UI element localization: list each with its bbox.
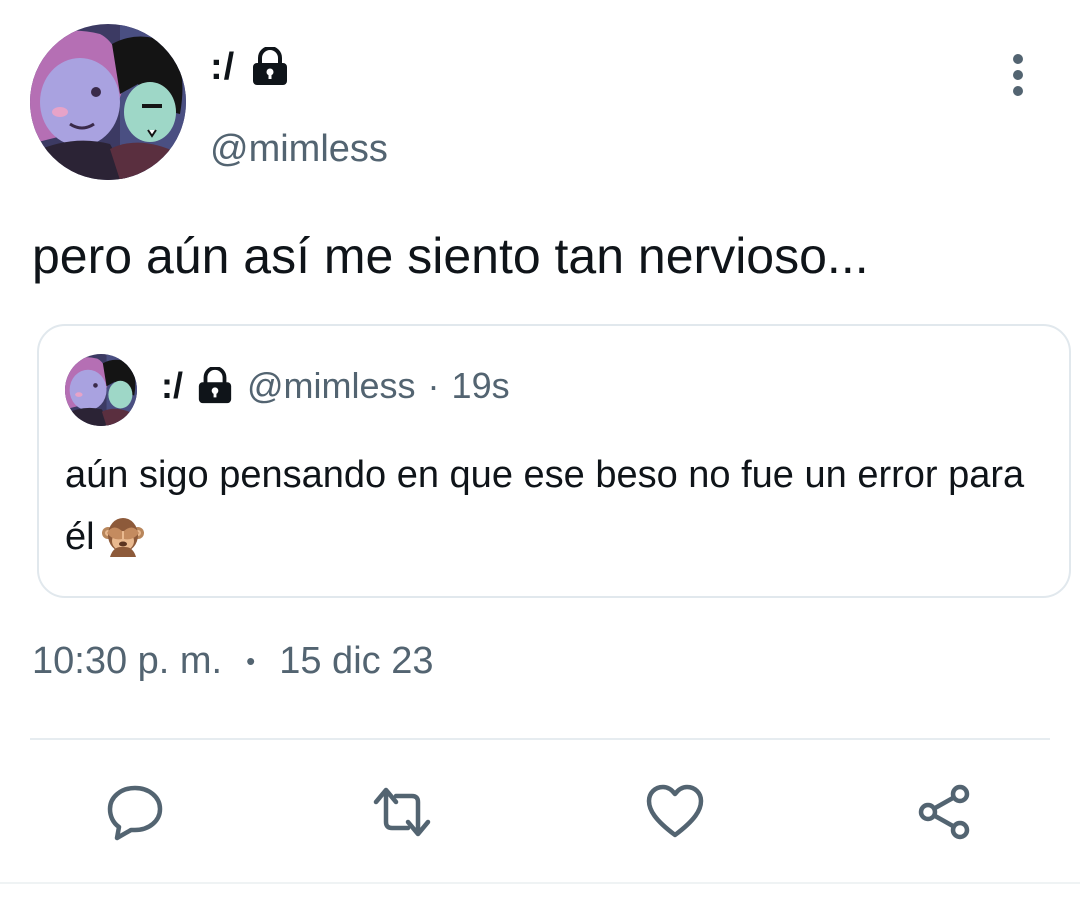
author-name-row: :/ bbox=[210, 42, 291, 92]
tweet-time: 10:30 p. m. bbox=[32, 640, 223, 682]
lock-icon bbox=[249, 47, 291, 87]
quoted-tweet-header: :/ @mimless · 19s bbox=[161, 360, 510, 412]
meta-separator: • bbox=[246, 646, 256, 676]
reply-icon bbox=[107, 785, 163, 841]
lock-icon bbox=[195, 367, 235, 405]
quoted-author-avatar[interactable] bbox=[65, 354, 137, 426]
tweet-meta: 10:30 p. m. • 15 dic 23 bbox=[32, 640, 433, 683]
retweet-icon bbox=[373, 787, 431, 837]
share-button[interactable] bbox=[914, 782, 974, 842]
tweet-text: pero aún así me siento tan nervioso... bbox=[32, 228, 869, 284]
quoted-timestamp: 19s bbox=[451, 365, 510, 406]
avatar-image bbox=[30, 24, 186, 180]
quoted-tweet-text: aún sigo pensando en que ese beso no fue… bbox=[65, 454, 1025, 558]
reply-button[interactable] bbox=[105, 782, 165, 842]
author-avatar[interactable] bbox=[30, 24, 186, 180]
quoted-tweet-card[interactable]: :/ @mimless · 19s aún sigo pensando en q… bbox=[37, 324, 1071, 598]
quoted-separator: · bbox=[427, 365, 440, 406]
tweet-date: 15 dic 23 bbox=[279, 640, 434, 682]
avatar-image bbox=[65, 354, 137, 426]
author-handle[interactable]: @mimless bbox=[210, 128, 388, 171]
divider bbox=[30, 738, 1050, 740]
quoted-tweet-text-block: aún sigo pensando en que ese beso no fue… bbox=[65, 444, 1035, 568]
share-icon bbox=[918, 784, 970, 840]
author-display-name[interactable]: :/ bbox=[210, 46, 235, 89]
heart-icon bbox=[646, 784, 704, 838]
like-button[interactable] bbox=[645, 782, 705, 842]
quoted-author-display-name: :/ bbox=[161, 365, 183, 406]
quoted-author-handle: @mimless bbox=[247, 365, 416, 406]
more-options-button[interactable] bbox=[996, 50, 1040, 100]
bottom-divider bbox=[0, 882, 1080, 884]
tweet: :/ @mimless pero aún así me siento tan n… bbox=[0, 0, 1080, 903]
more-vertical-icon bbox=[1013, 54, 1023, 96]
retweet-button[interactable] bbox=[372, 782, 432, 842]
see-no-evil-monkey-icon bbox=[101, 513, 145, 557]
